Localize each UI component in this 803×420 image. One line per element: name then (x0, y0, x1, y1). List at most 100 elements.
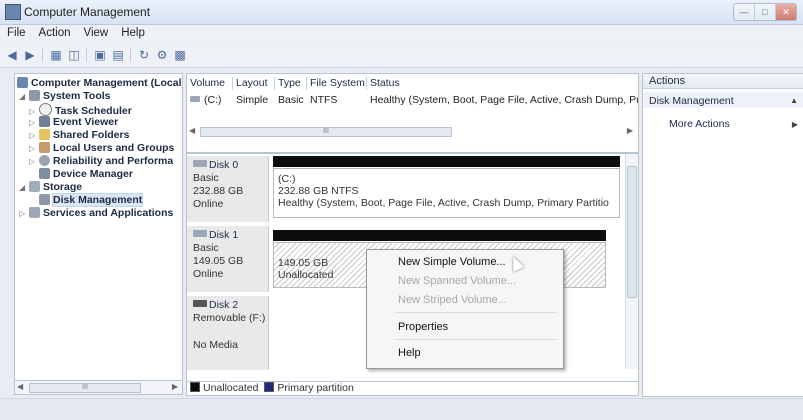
tree-horizontal-scrollbar[interactable]: ◀ III ▶ (14, 380, 183, 395)
disk-2-label[interactable]: Disk 2 Removable (F:) No Media (187, 296, 269, 370)
window-title: Computer Management (24, 5, 151, 19)
console-icon[interactable]: ▩ (172, 47, 188, 63)
tree-item-disk-management[interactable]: Disk Management (39, 193, 144, 207)
scroll-thumb[interactable]: III (29, 383, 141, 393)
more-actions-item[interactable]: More Actions (669, 118, 730, 130)
file-system-cell: NTFS (310, 94, 338, 106)
show-hide-tree-icon[interactable]: ◫ (66, 47, 82, 63)
computer-management-icon (5, 4, 21, 20)
tree-item-local-users-groups[interactable]: ▷ Local Users and Groups (29, 142, 174, 155)
scroll-left-icon[interactable]: ◀ (17, 382, 23, 391)
tree-item-services-applications[interactable]: ▷ Services and Applications (19, 207, 173, 220)
legend-primary: Primary partition (277, 382, 354, 394)
scroll-thumb[interactable] (627, 166, 637, 298)
partition-status: Healthy (System, Boot, Page File, Active… (278, 197, 609, 209)
up-folder-icon[interactable]: ▦ (48, 47, 64, 63)
tree-item-computer-management[interactable]: Computer Management (Local) (17, 77, 182, 90)
device-manager-icon (39, 168, 50, 179)
volume-cell: (C:) (204, 94, 222, 106)
disk-icon (193, 160, 207, 167)
disk-0-label[interactable]: Disk 0 Basic 232.88 GB Online (187, 156, 269, 222)
column-header-layout[interactable]: Layout (233, 77, 275, 90)
tools-icon (29, 90, 40, 101)
back-arrow-icon[interactable]: ◀ (4, 47, 20, 63)
volume-horizontal-scrollbar[interactable]: ◀ III ▶ (188, 126, 636, 138)
services-icon (29, 207, 40, 218)
partition-size: 232.88 GB NTFS (278, 185, 359, 197)
minimize-button[interactable]: — (734, 4, 755, 20)
submenu-arrow-icon: ▶ (791, 120, 798, 129)
close-button[interactable]: ✕ (776, 4, 796, 20)
partition-header-bar (273, 156, 620, 167)
refresh-icon[interactable]: ↻ (136, 47, 152, 63)
menu-item-new-striped-volume: New Striped Volume... (398, 294, 507, 306)
expand-arrow-icon[interactable]: ▷ (29, 116, 37, 129)
column-header-status[interactable]: Status (367, 77, 638, 90)
tree-item-device-manager[interactable]: Device Manager (39, 168, 133, 181)
context-menu: New Simple Volume... New Spanned Volume.… (366, 249, 564, 369)
expand-arrow-icon[interactable]: ▷ (29, 155, 37, 168)
actions-pane: Actions Disk Management ▲ More Actions ▶ (642, 73, 803, 397)
tree-item-reliability[interactable]: ▷ Reliability and Performa (29, 155, 173, 168)
expand-arrow-icon[interactable]: ▷ (29, 129, 37, 142)
menu-help[interactable]: Help (114, 25, 151, 39)
tree-item-storage[interactable]: ◢ Storage (19, 181, 82, 194)
disk-icon[interactable]: ▤ (110, 47, 126, 63)
scroll-thumb[interactable]: III (200, 127, 452, 137)
tree-item-shared-folders[interactable]: ▷ Shared Folders (29, 129, 129, 142)
unallocated-swatch (190, 382, 200, 392)
forward-arrow-icon[interactable]: ▶ (22, 47, 38, 63)
collapse-arrow-icon[interactable]: ◢ (19, 90, 27, 103)
scroll-left-icon[interactable]: ◀ (189, 126, 195, 135)
expand-arrow-icon[interactable]: ▷ (29, 142, 37, 155)
unallocated-header-bar (273, 230, 606, 241)
disk-icon (193, 230, 207, 237)
users-icon (39, 142, 50, 153)
primary-partition-swatch (264, 382, 275, 392)
menu-item-help[interactable]: Help (398, 347, 421, 359)
help-icon[interactable]: ▣ (92, 47, 108, 63)
tree-item-event-viewer[interactable]: ▷ Event Viewer (29, 116, 118, 129)
removable-disk-icon (193, 300, 207, 307)
disk-state: Online (193, 268, 224, 280)
menu-item-new-simple-volume[interactable]: New Simple Volume... (398, 256, 506, 268)
menu-file[interactable]: File (0, 25, 32, 39)
volume-list: Volume Layout Type File System Status (C… (186, 73, 639, 153)
menu-item-new-spanned-volume: New Spanned Volume... (398, 275, 517, 287)
menu-action[interactable]: Action (32, 25, 77, 39)
actions-section-disk-management[interactable]: Disk Management ▲ (643, 92, 803, 108)
disk-management-icon (39, 194, 50, 205)
toolbar-separator (42, 48, 43, 62)
layout-cell: Simple (236, 94, 269, 106)
title-bar: Computer Management — □ ✕ (0, 0, 803, 25)
window-controls: — □ ✕ (733, 3, 797, 21)
scroll-right-icon[interactable]: ▶ (172, 382, 178, 391)
disk-type: Basic (193, 242, 219, 254)
disk-name: Disk 2 (209, 299, 239, 311)
menu-item-properties[interactable]: Properties (398, 321, 448, 333)
navigation-tree: Computer Management (Local) ◢ System Tool… (14, 73, 183, 381)
volume-drive-icon (190, 94, 202, 106)
collapse-arrow-icon[interactable]: ◢ (19, 181, 27, 194)
menu-view[interactable]: View (77, 25, 115, 39)
tree-item-system-tools[interactable]: ◢ System Tools (19, 90, 111, 103)
menu-separator (395, 312, 557, 313)
partition-c[interactable]: (C:) 232.88 GB NTFS Healthy (System, Boo… (273, 168, 620, 218)
disk-state: Online (193, 198, 224, 210)
disk-state: No Media (193, 339, 238, 351)
tree-item-task-scheduler[interactable]: ▷ Task Scheduler (29, 103, 132, 117)
toolbar-separator (130, 48, 131, 62)
column-header-file-system[interactable]: File System (307, 77, 367, 90)
event-log-icon (39, 116, 50, 127)
expand-arrow-icon[interactable]: ▷ (19, 207, 27, 220)
disk-type: Removable (F:) (193, 312, 266, 324)
properties-icon[interactable]: ⚙ (154, 47, 170, 63)
maximize-button[interactable]: □ (755, 4, 776, 20)
disk-1-label[interactable]: Disk 1 Basic 149.05 GB Online (187, 226, 269, 292)
collapse-up-icon[interactable]: ▲ (790, 96, 798, 105)
scroll-right-icon[interactable]: ▶ (627, 126, 633, 135)
legend: Unallocated Primary partition (186, 381, 639, 396)
column-header-type[interactable]: Type (275, 77, 307, 90)
column-header-volume[interactable]: Volume (187, 77, 233, 90)
status-bar (0, 398, 803, 420)
